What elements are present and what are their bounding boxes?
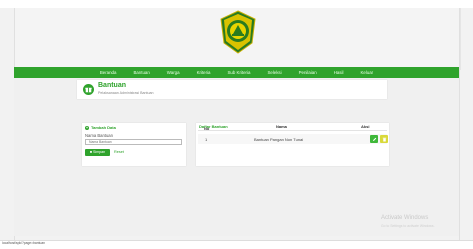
col-aksi: Aksi (361, 124, 370, 129)
save-icon: ■ (89, 150, 92, 154)
nav-seleksi[interactable]: Seleksi (267, 67, 281, 78)
nav-beranda[interactable]: Beranda (100, 67, 117, 78)
nama-bantuan-input[interactable] (85, 139, 182, 145)
save-label: Simpan (92, 150, 106, 154)
activate-windows-title: Activate Windows (381, 215, 429, 221)
add-form-title: Tambah Data (91, 125, 116, 130)
nav-penilaian[interactable]: Penilaian (299, 67, 317, 78)
row-no: 1 (205, 137, 208, 142)
nav-keluar[interactable]: Keluar (360, 67, 373, 78)
delete-button[interactable] (380, 135, 388, 143)
nav-warga[interactable]: Warga (167, 67, 180, 78)
reset-button[interactable]: Reset (114, 149, 124, 156)
plus-circle-icon: + (85, 125, 89, 130)
edit-button[interactable] (370, 135, 378, 143)
page-subtitle: Pelaksanaan Administrasi Bantuan (98, 91, 154, 95)
nav-hasil[interactable]: Hasil (334, 67, 344, 78)
trash-icon (382, 137, 386, 141)
page-header-card: Bantuan Pelaksanaan Administrasi Bantuan (77, 80, 387, 99)
add-form-header: + Tambah Data (82, 124, 186, 131)
col-nama: Nama (276, 124, 287, 129)
nav-kriteria[interactable]: Kriteria (197, 67, 211, 78)
header-divider (198, 130, 387, 131)
nama-bantuan-label: Nama Bantuan (85, 133, 113, 138)
activate-windows-hint: Go to Settings to activate Windows. (381, 224, 435, 228)
top-strip (0, 0, 473, 8)
right-border (459, 8, 460, 240)
pencil-icon (372, 137, 376, 141)
page-title: Bantuan (98, 82, 126, 89)
main-navbar: Beranda Bantuan Warga Kriteria Sub Krite… (14, 67, 459, 78)
status-url: localhost/spk/?page=bantuan (2, 241, 45, 245)
nav-sub-kriteria[interactable]: Sub Kriteria (228, 67, 251, 78)
university-logo (219, 10, 257, 54)
row-nama: Bantuan Pangan Non Tunai (254, 137, 304, 142)
gift-icon (83, 84, 94, 95)
nav-bantuan[interactable]: Bantuan (133, 67, 149, 78)
save-button[interactable]: ■ Simpan (85, 149, 110, 156)
